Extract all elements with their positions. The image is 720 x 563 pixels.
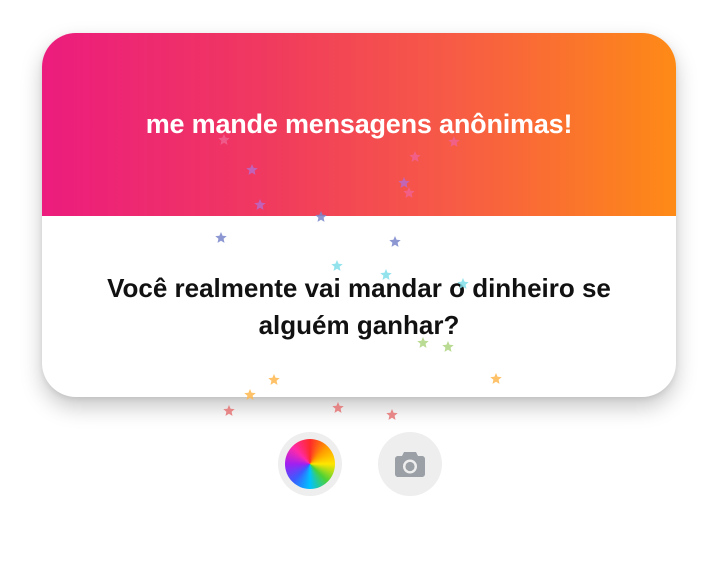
toolbar (0, 432, 720, 496)
color-wheel-icon (285, 439, 335, 489)
camera-icon (395, 452, 425, 477)
confetti-star-icon (386, 409, 398, 420)
confetti-star-icon (332, 402, 344, 413)
card-title: me mande mensagens anônimas! (145, 109, 573, 139)
card-header: me mande mensagens anônimas! (42, 33, 676, 216)
stage: me mande mensagens anônimas! Você realme… (0, 0, 720, 563)
anonymous-message-card: me mande mensagens anônimas! Você realme… (42, 33, 676, 397)
question-text: Você realmente vai mandar o dinheiro se … (107, 272, 611, 340)
confetti-star-icon (223, 405, 235, 416)
camera-button[interactable] (378, 432, 442, 496)
color-picker-button[interactable] (278, 432, 342, 496)
card-body: Você realmente vai mandar o dinheiro se … (42, 216, 676, 397)
